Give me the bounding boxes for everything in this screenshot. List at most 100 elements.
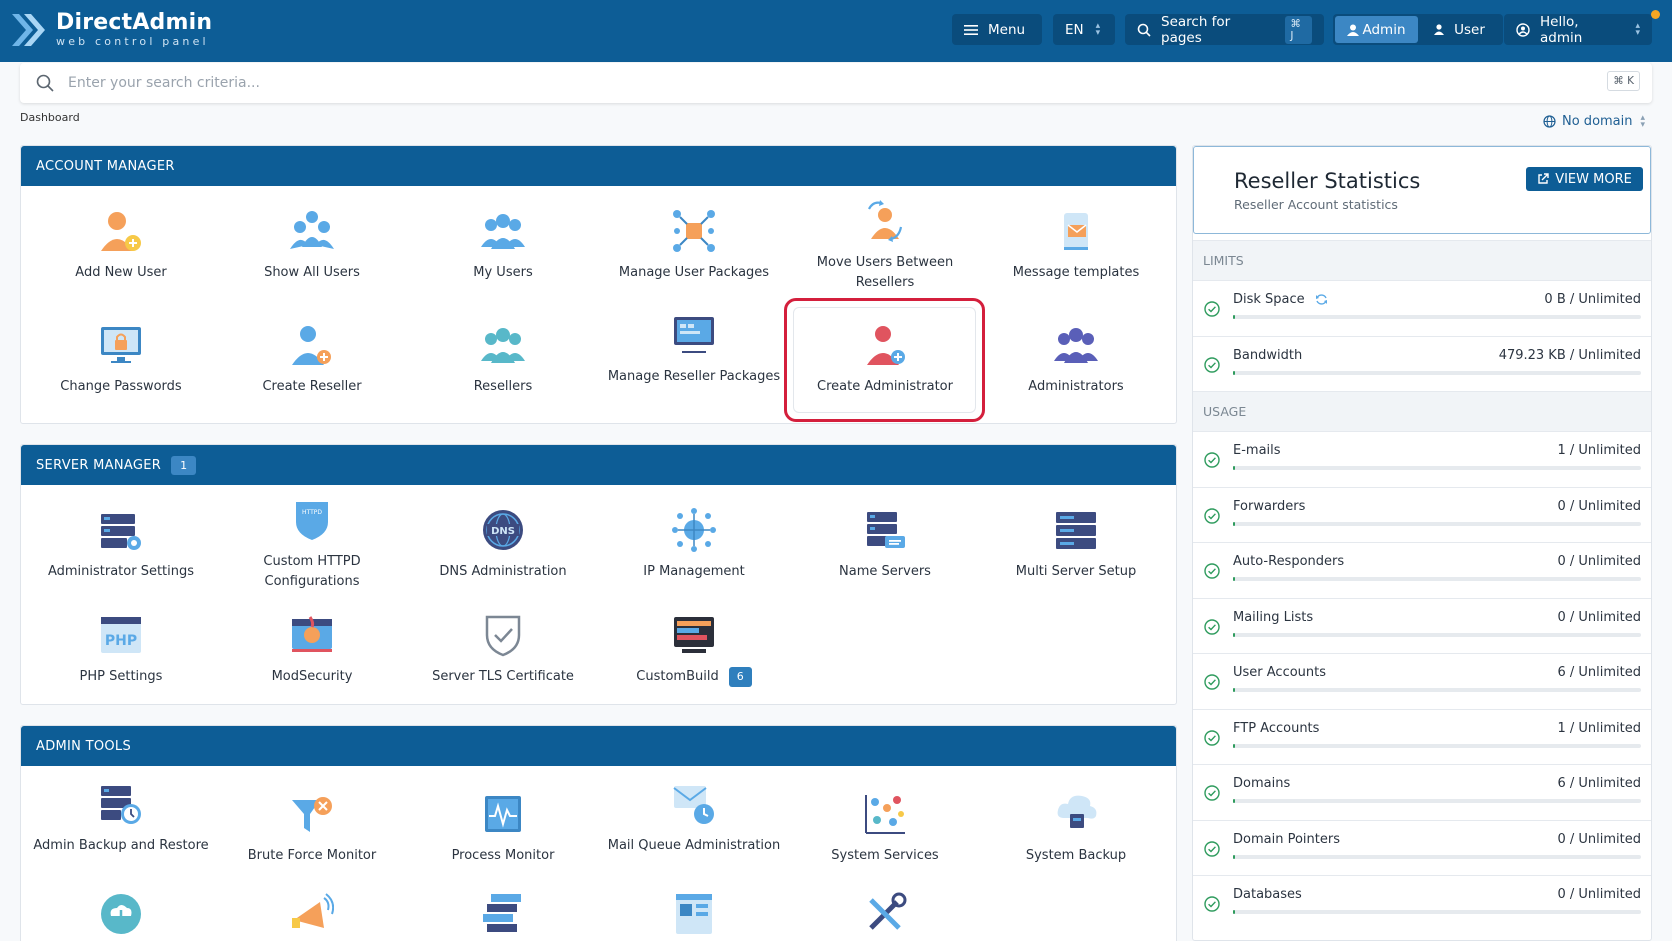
megaphone-icon xyxy=(217,888,407,940)
stat-name: Mailing Lists xyxy=(1233,609,1314,625)
tile-message-templates[interactable]: Message templates xyxy=(981,205,1171,283)
server-settings-icon xyxy=(26,504,216,556)
stats-subtitle: Reseller Account statistics xyxy=(1234,197,1398,212)
stat-progress-fill xyxy=(1233,688,1236,692)
tile-system-services[interactable]: System Services xyxy=(790,788,980,866)
tile-administrator-settings[interactable]: Administrator Settings xyxy=(26,504,216,582)
tile-label: Multi Server Setup xyxy=(1015,564,1137,579)
tile-dns-administration[interactable]: DNS DNS Administration xyxy=(408,504,598,582)
tile-partial-row[interactable] xyxy=(408,888,598,941)
ip-network-icon xyxy=(599,504,789,556)
tile-custom-httpd-configurations[interactable]: HTTPD Custom HTTPD Configurations xyxy=(217,494,407,592)
tile-add-new-user[interactable]: Add New User xyxy=(26,205,216,283)
account-menu-button[interactable]: Hello, admin ▴ ▾ xyxy=(1504,13,1652,46)
tile-modsecurity[interactable]: ModSecurity xyxy=(217,609,407,687)
tile-change-passwords[interactable]: Change Passwords xyxy=(26,319,216,397)
user-icon xyxy=(1347,24,1360,36)
tile-custombuild[interactable]: CustomBuild 6 xyxy=(599,609,789,687)
tile-server-tls-certificate[interactable]: Server TLS Certificate xyxy=(408,609,598,687)
tile-create-reseller[interactable]: Create Reseller xyxy=(217,319,407,397)
stat-row: User Accounts 6 / Unlimited xyxy=(1193,653,1651,709)
stats-header: Reseller Statistics Reseller Account sta… xyxy=(1193,146,1651,234)
check-circle-icon xyxy=(1204,674,1220,694)
language-label: EN xyxy=(1065,21,1084,38)
view-more-button[interactable]: VIEW MORE xyxy=(1526,167,1643,191)
search-input[interactable] xyxy=(68,75,1518,91)
create-admin-icon xyxy=(790,319,980,371)
dns-icon-text: DNS xyxy=(491,526,515,537)
tile-mail-queue-administration[interactable]: Mail Queue Administration xyxy=(599,778,789,856)
breadcrumb[interactable]: Dashboard xyxy=(20,111,80,124)
stat-progress-bar xyxy=(1233,370,1641,375)
tile-label: PHP Settings xyxy=(79,669,163,684)
tile-create-administrator[interactable]: Create Administrator xyxy=(790,319,980,397)
tile-label: CustomBuild xyxy=(636,669,719,684)
language-select[interactable]: EN ▴ ▾ xyxy=(1053,14,1115,45)
role-user-button[interactable]: User xyxy=(1418,16,1501,43)
notification-dot[interactable] xyxy=(1651,10,1660,19)
tile-name-servers[interactable]: Name Servers xyxy=(790,504,980,582)
tile-administrators[interactable]: Administrators xyxy=(981,319,1171,397)
resellers-icon xyxy=(408,319,598,371)
stat-value: 0 / Unlimited xyxy=(1557,498,1641,514)
tile-partial-row[interactable] xyxy=(217,888,407,941)
menu-button[interactable]: Menu xyxy=(952,14,1042,45)
stat-row: Domains 6 / Unlimited xyxy=(1193,764,1651,820)
check-circle-icon xyxy=(1204,896,1220,916)
tile-move-users-between-resellers[interactable]: Move Users Between Resellers xyxy=(790,195,980,293)
stat-progress-fill xyxy=(1233,632,1236,637)
tile-multi-server-setup[interactable]: Multi Server Setup xyxy=(981,504,1171,582)
tile-partial-row[interactable] xyxy=(26,888,216,941)
tile-brute-force-monitor[interactable]: Brute Force Monitor xyxy=(217,788,407,866)
tile-label: Mail Queue Administration xyxy=(607,838,781,853)
greeting-label: Hello, admin xyxy=(1540,13,1583,46)
tile-label: Manage User Packages xyxy=(618,265,770,280)
tile-show-all-users[interactable]: Show All Users xyxy=(217,205,407,283)
tile-manage-reseller-packages[interactable]: Manage Reseller Packages xyxy=(599,309,789,387)
reseller-statistics-panel: Reseller Statistics Reseller Account sta… xyxy=(1192,145,1652,941)
stat-progress-bar xyxy=(1233,799,1641,803)
tile-label: Create Administrator xyxy=(817,379,953,394)
updown-icon: ▴ ▾ xyxy=(1095,20,1101,38)
tile-manage-user-packages[interactable]: Manage User Packages xyxy=(599,205,789,283)
message-template-icon xyxy=(981,205,1171,257)
search-pages-button[interactable]: Search for pages ⌘ J xyxy=(1125,14,1324,46)
panel-title: ACCOUNT MANAGER xyxy=(36,158,175,174)
tile-system-backup[interactable]: System Backup xyxy=(981,788,1171,866)
directadmin-logo[interactable]: DirectAdmin web control panel xyxy=(10,10,212,50)
tile-label: System Services xyxy=(831,848,939,863)
stat-value: 0 B / Unlimited xyxy=(1544,292,1641,307)
tile-ip-management[interactable]: IP Management xyxy=(599,504,789,582)
tile-label: ModSecurity xyxy=(271,669,353,684)
stat-progress-fill xyxy=(1233,743,1236,748)
tile-my-users[interactable]: My Users xyxy=(408,205,598,283)
tile-label: Move Users Between Resellers xyxy=(816,255,954,290)
stat-row: Forwarders 0 / Unlimited xyxy=(1193,486,1651,543)
process-monitor-icon xyxy=(408,788,598,840)
tile-process-monitor[interactable]: Process Monitor xyxy=(408,788,598,866)
administrators-icon xyxy=(981,319,1171,371)
my-users-icon xyxy=(408,205,598,257)
move-users-icon xyxy=(790,195,980,247)
hamburger-icon xyxy=(964,24,978,36)
stat-name: E-mails xyxy=(1233,443,1281,458)
tile-label: DNS Administration xyxy=(439,564,567,579)
tile-admin-backup-and-restore[interactable]: Admin Backup and Restore xyxy=(26,778,216,856)
refresh-icon[interactable] xyxy=(1315,293,1328,306)
stat-name: Auto-Responders xyxy=(1233,554,1345,569)
tile-label: Change Passwords xyxy=(60,379,182,394)
stat-progress-bar xyxy=(1233,521,1641,526)
tile-partial-row[interactable] xyxy=(790,888,980,941)
httpd-icon-text: HTTPD xyxy=(302,509,322,516)
update-count-badge: 6 xyxy=(728,667,752,687)
stat-progress-fill xyxy=(1233,370,1236,375)
tile-php-settings[interactable]: PHP PHP Settings xyxy=(26,609,216,687)
role-admin-button[interactable]: Admin xyxy=(1335,16,1418,43)
tile-resellers[interactable]: Resellers xyxy=(408,319,598,397)
shortcut-badge: ⌘ J xyxy=(1285,15,1312,44)
cloud-download-icon xyxy=(26,888,216,940)
tile-label: Custom HTTPD Configurations xyxy=(263,554,361,589)
panel-header: SERVER MANAGER 1 xyxy=(21,445,1176,485)
tile-partial-row[interactable] xyxy=(599,888,789,941)
domain-select[interactable]: No domain ▴ ▾ xyxy=(1543,113,1645,129)
